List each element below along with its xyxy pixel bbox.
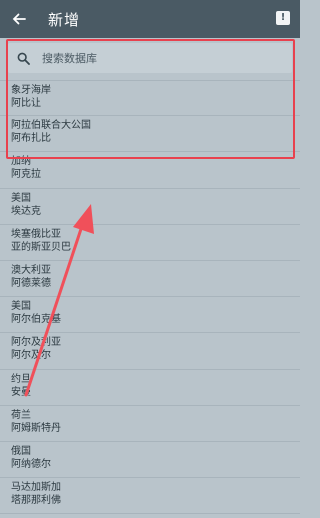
city-name: 阿尔及尔	[11, 350, 51, 362]
list-item[interactable]: 美国 阿尔伯克基	[0, 297, 300, 334]
feedback-icon: !	[280, 12, 286, 23]
country-name: 阿尔及利亚	[11, 337, 61, 349]
country-name: 埃塞俄比亚	[11, 228, 61, 240]
list-item[interactable]: 阿拉伯联合大公国 阿布扎比	[0, 116, 300, 153]
country-name: 象牙海岸	[11, 85, 51, 96]
arrow-left-icon	[12, 13, 26, 25]
country-name: 荷兰	[11, 409, 31, 421]
search-icon	[8, 43, 38, 73]
country-name: 约旦	[11, 373, 31, 385]
list-item[interactable]: 马达加斯加 塔那那利佛	[0, 478, 300, 515]
search-input[interactable]	[42, 51, 282, 65]
page-title: 新增	[48, 10, 81, 29]
list-item[interactable]: 澳大利亚 阿德莱德	[0, 261, 300, 298]
city-name: 阿姆斯特丹	[11, 422, 61, 434]
search-box[interactable]	[8, 43, 292, 73]
search-bar	[0, 38, 300, 80]
country-name: 美国	[11, 192, 31, 204]
country-name: 加纳	[11, 156, 31, 168]
list-item[interactable]: 象牙海岸 阿比让	[0, 80, 300, 117]
city-name: 塔那那利佛	[11, 495, 61, 507]
city-name: 亚的斯亚贝巴	[11, 241, 71, 253]
city-name: 埃达克	[11, 205, 41, 217]
list-item[interactable]: 约旦 安曼	[0, 370, 300, 406]
list-item[interactable]: 阿尔及利亚 阿尔及尔	[0, 333, 300, 370]
city-name: 阿纳德尔	[11, 458, 51, 470]
country-name: 阿拉伯联合大公国	[11, 120, 91, 132]
city-name: 阿比让	[11, 98, 41, 109]
list-item[interactable]: 埃塞俄比亚 亚的斯亚贝巴	[0, 225, 300, 261]
city-name: 阿尔伯克基	[11, 314, 61, 326]
list-item[interactable]: 加纳 阿克拉	[0, 152, 300, 189]
back-button[interactable]	[0, 0, 38, 38]
city-name: 阿德莱德	[11, 277, 51, 289]
country-name: 马达加斯加	[11, 482, 61, 494]
country-name: 俄国	[11, 445, 31, 457]
country-name: 美国	[11, 301, 31, 313]
country-name: 澳大利亚	[11, 264, 51, 276]
list-item[interactable]: 美国 埃达克	[0, 189, 300, 225]
city-name: 安曼	[11, 386, 31, 398]
list-item[interactable]: 俄国 阿纳德尔	[0, 442, 300, 479]
city-list[interactable]: 象牙海岸阿比让阿拉伯联合大公国阿布扎比加纳阿克拉美国埃达克埃塞俄比亚亚的斯亚贝巴…	[0, 38, 300, 518]
list-item[interactable]: 荷兰 阿姆斯特丹	[0, 406, 300, 442]
city-name: 阿布扎比	[11, 133, 51, 145]
app-bar: 新增 !	[0, 0, 300, 38]
feedback-button[interactable]: !	[276, 11, 290, 25]
city-name: 阿克拉	[11, 169, 41, 181]
